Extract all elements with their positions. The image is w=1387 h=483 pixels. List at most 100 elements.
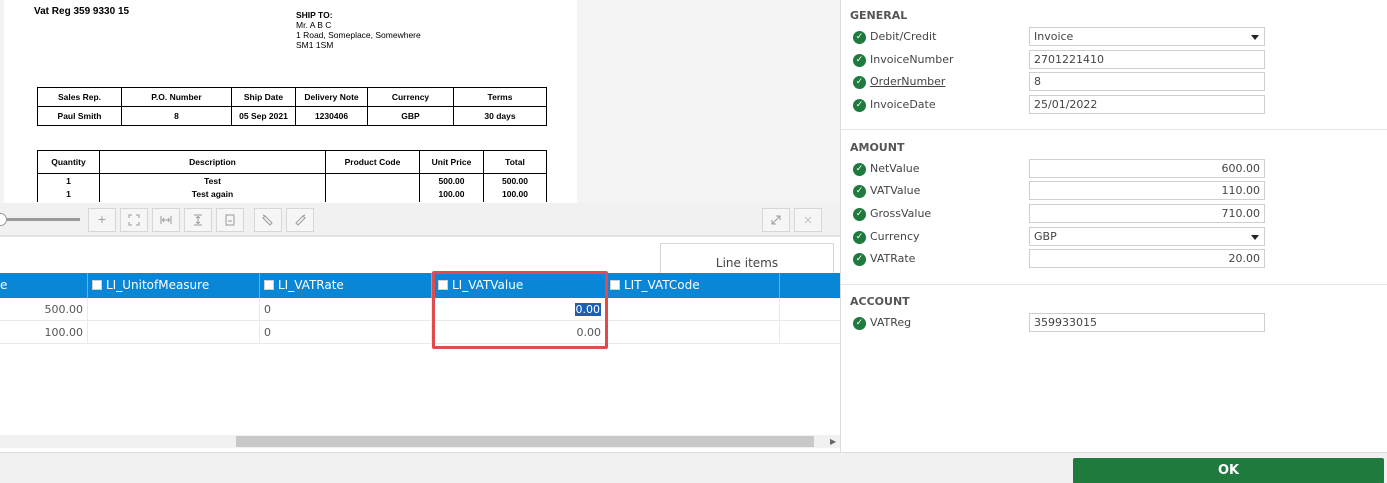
doc-info-header: Terms bbox=[453, 87, 547, 107]
field-label: NetValue bbox=[870, 162, 920, 175]
rotate-right-button[interactable] bbox=[286, 208, 314, 232]
grid-cell[interactable]: 0 bbox=[260, 321, 432, 344]
rotate-left-button[interactable] bbox=[254, 208, 282, 232]
doc-ship-to-line: SM1 1SM bbox=[296, 40, 334, 50]
fields-panel: GENERAL ✓ Debit/Credit Invoice ✓ Invoice… bbox=[841, 0, 1387, 452]
check-circle-icon: ✓ bbox=[853, 185, 866, 198]
vat-value-input[interactable]: 110.00 bbox=[1029, 181, 1265, 200]
field-label: InvoiceDate bbox=[870, 98, 936, 111]
column-checkbox[interactable] bbox=[610, 280, 620, 290]
expand-button[interactable] bbox=[762, 208, 790, 232]
actual-size-button[interactable] bbox=[216, 208, 244, 232]
column-header[interactable]: LI_VATRate bbox=[260, 273, 432, 298]
doc-info-value: Paul Smith bbox=[37, 106, 122, 126]
doc-items-cell bbox=[325, 173, 420, 188]
field-debit-credit: ✓ Debit/Credit Invoice bbox=[841, 27, 1387, 49]
doc-items-table: Quantity Description Product Code Unit P… bbox=[37, 150, 547, 202]
field-label: Debit/Credit bbox=[870, 30, 937, 43]
net-value-input[interactable]: 600.00 bbox=[1029, 159, 1265, 178]
actual-size-icon bbox=[225, 214, 235, 226]
debit-credit-select[interactable]: Invoice bbox=[1029, 27, 1265, 46]
document-page: Vat Reg 359 9330 15 SHIP TO: Mr. A B C 1… bbox=[4, 0, 577, 203]
fit-height-button[interactable] bbox=[184, 208, 212, 232]
doc-info-header: P.O. Number bbox=[121, 87, 232, 107]
doc-info-value: GBP bbox=[367, 106, 454, 126]
doc-items-cell: 1 bbox=[37, 173, 100, 188]
order-number-link[interactable]: OrderNumber bbox=[870, 75, 945, 88]
field-invoice-number: ✓ InvoiceNumber 2701221410 bbox=[841, 50, 1387, 72]
doc-info-value: 30 days bbox=[453, 106, 547, 126]
grid-cell[interactable]: 500.00 bbox=[0, 298, 88, 321]
zoom-slider-handle[interactable] bbox=[0, 213, 7, 226]
app-root: Vat Reg 359 9330 15 SHIP TO: Mr. A B C 1… bbox=[0, 0, 1387, 483]
grid-cell[interactable] bbox=[606, 321, 780, 344]
rotate-left-icon bbox=[262, 214, 273, 226]
fit-page-button[interactable] bbox=[120, 208, 148, 232]
table-row[interactable]: 500.00 0 0.00 bbox=[0, 298, 840, 321]
select-value: GBP bbox=[1034, 230, 1057, 243]
check-circle-icon: ✓ bbox=[853, 99, 866, 112]
field-vat-value: ✓ VATValue 110.00 bbox=[841, 181, 1387, 203]
field-gross-value: ✓ GrossValue 710.00 bbox=[841, 204, 1387, 226]
fit-width-button[interactable] bbox=[152, 208, 180, 232]
invoice-date-input[interactable]: 25/01/2022 bbox=[1029, 95, 1265, 114]
order-number-input[interactable]: 8 bbox=[1029, 72, 1265, 91]
column-header-label: LI_VATRate bbox=[278, 278, 344, 292]
field-label: GrossValue bbox=[870, 207, 932, 220]
section-title-amount: AMOUNT bbox=[850, 141, 905, 154]
field-label: VATValue bbox=[870, 184, 921, 197]
grid-cell[interactable]: 0 bbox=[260, 298, 432, 321]
column-header[interactable]: LI_UnitofMeasure bbox=[88, 273, 260, 298]
doc-info-value: 1230406 bbox=[295, 106, 368, 126]
fit-width-icon bbox=[160, 216, 172, 224]
check-circle-icon: ✓ bbox=[853, 31, 866, 44]
doc-ship-to-line: Mr. A B C bbox=[296, 20, 332, 30]
vat-reg-input[interactable]: 359933015 bbox=[1029, 313, 1265, 332]
document-viewer[interactable]: Vat Reg 359 9330 15 SHIP TO: Mr. A B C 1… bbox=[0, 0, 840, 203]
grid-cell[interactable] bbox=[88, 321, 260, 344]
column-checkbox[interactable] bbox=[92, 280, 102, 290]
doc-info-value: 05 Sep 2021 bbox=[231, 106, 296, 126]
scrollbar-thumb[interactable] bbox=[236, 436, 814, 447]
close-viewer-button[interactable] bbox=[794, 208, 822, 232]
check-circle-icon: ✓ bbox=[853, 163, 866, 176]
horizontal-scrollbar[interactable]: ▶ bbox=[0, 435, 840, 448]
column-header-label: LI_UnitofMeasure bbox=[106, 278, 210, 292]
scroll-right-icon[interactable]: ▶ bbox=[830, 435, 836, 448]
field-label: VATReg bbox=[870, 316, 912, 329]
line-items-grid-header: e LI_UnitofMeasure LI_VATRate LI_VATValu… bbox=[0, 273, 840, 298]
currency-select[interactable]: GBP bbox=[1029, 227, 1265, 246]
section-divider bbox=[841, 129, 1387, 130]
field-currency: ✓ Currency GBP bbox=[841, 227, 1387, 249]
doc-items-cell bbox=[329, 191, 416, 199]
chevron-down-icon bbox=[1251, 35, 1259, 40]
doc-info-header: Ship Date bbox=[231, 87, 296, 107]
grid-cell[interactable]: 100.00 bbox=[0, 321, 88, 344]
tab-line-items[interactable]: Line items bbox=[660, 243, 834, 273]
doc-info-value: 8 bbox=[121, 106, 232, 126]
grid-cell[interactable] bbox=[606, 298, 780, 321]
zoom-slider[interactable] bbox=[0, 218, 80, 221]
column-checkbox[interactable] bbox=[264, 280, 274, 290]
field-vat-rate: ✓ VATRate 20.00 bbox=[841, 249, 1387, 271]
doc-items-header: Quantity bbox=[37, 150, 100, 174]
doc-items-cell: 500.00 bbox=[419, 173, 484, 188]
gross-value-input[interactable]: 710.00 bbox=[1029, 204, 1265, 223]
invoice-number-input[interactable]: 2701221410 bbox=[1029, 50, 1265, 69]
table-row[interactable]: 100.00 0 0.00 bbox=[0, 321, 840, 344]
chevron-down-icon bbox=[1251, 235, 1259, 240]
select-value: Invoice bbox=[1034, 30, 1074, 43]
zoom-in-button[interactable]: + bbox=[88, 208, 116, 232]
vat-rate-input[interactable]: 20.00 bbox=[1029, 249, 1265, 268]
column-header[interactable]: LIT_VATCode bbox=[606, 273, 780, 298]
column-header[interactable]: e bbox=[0, 273, 88, 298]
doc-ship-to: SHIP TO: Mr. A B C 1 Road, Someplace, So… bbox=[296, 10, 421, 50]
field-label: InvoiceNumber bbox=[870, 53, 954, 66]
ok-button[interactable]: OK bbox=[1073, 458, 1384, 483]
field-vat-reg: ✓ VATReg 359933015 bbox=[841, 313, 1387, 335]
section-title-general: GENERAL bbox=[850, 9, 908, 22]
field-label: VATRate bbox=[870, 252, 916, 265]
close-icon bbox=[804, 216, 812, 224]
grid-cell[interactable] bbox=[88, 298, 260, 321]
field-net-value: ✓ NetValue 600.00 bbox=[841, 159, 1387, 181]
